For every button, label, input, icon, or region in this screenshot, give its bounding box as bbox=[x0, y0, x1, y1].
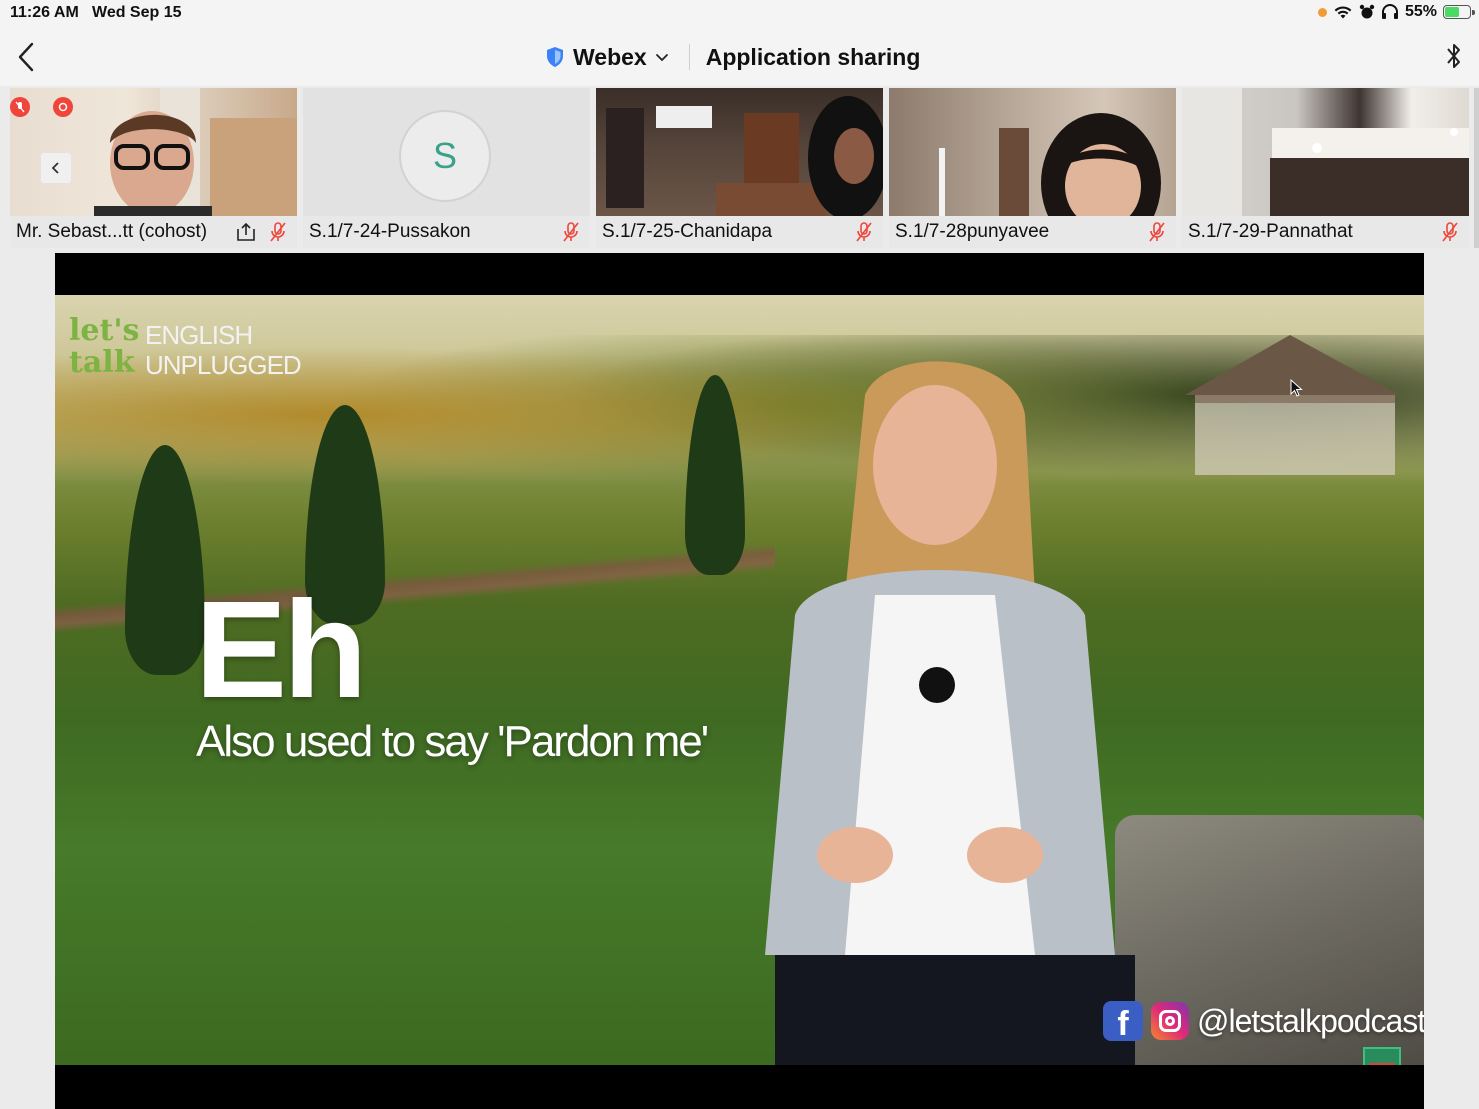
participant-label-bar: S.1/7-24-Pussakon bbox=[303, 216, 590, 248]
mic-muted-icon bbox=[1442, 222, 1458, 242]
wifi-icon bbox=[1334, 6, 1352, 19]
nav-divider bbox=[688, 44, 690, 70]
chevron-left-icon[interactable] bbox=[14, 40, 38, 74]
mouse-pointer-icon bbox=[1290, 379, 1303, 397]
participant-name: Mr. Sebast...tt (cohost) bbox=[16, 221, 208, 242]
participant-name: S.1/7-28punyavee bbox=[895, 221, 1050, 242]
logo-text: talk bbox=[69, 345, 135, 380]
participant-tile[interactable]: Mr. Sebast...tt (cohost) bbox=[10, 88, 297, 248]
shield-icon bbox=[547, 47, 563, 67]
alarm-icon bbox=[1359, 4, 1375, 19]
logo-text: UNPLUGGED bbox=[145, 350, 302, 380]
vocab-word: Eh bbox=[195, 573, 367, 727]
participant-video bbox=[889, 88, 1176, 248]
app-switcher-button[interactable]: Webex bbox=[573, 44, 647, 71]
battery-percent: 55% bbox=[1404, 3, 1437, 20]
muted-badge-icon bbox=[10, 97, 30, 117]
video-presenter bbox=[765, 361, 1135, 1065]
shared-video-frame: let's talk ENGLISH UNPLUGGED Eh Also use… bbox=[55, 295, 1424, 1065]
share-screen-icon bbox=[237, 222, 255, 241]
bluetooth-icon[interactable] bbox=[1445, 40, 1463, 72]
participant-name: S.1/7-24-Pussakon bbox=[309, 221, 471, 242]
mic-muted-icon bbox=[563, 222, 579, 242]
participant-video-image bbox=[606, 96, 883, 220]
participant-video-image bbox=[1182, 88, 1469, 216]
logo-text: ENGLISH bbox=[145, 320, 253, 350]
shared-content-area[interactable]: let's talk ENGLISH UNPLUGGED Eh Also use… bbox=[55, 253, 1424, 1109]
page-title: Application sharing bbox=[705, 43, 921, 70]
participant-label-bar: Mr. Sebast...tt (cohost) bbox=[10, 216, 297, 248]
recording-badge-icon bbox=[53, 97, 73, 117]
nav-title-group: Webex Application sharing bbox=[545, 40, 920, 74]
battery-nub bbox=[1472, 10, 1475, 15]
participant-video bbox=[1182, 88, 1469, 216]
participant-name: S.1/7-25-Chanidapa bbox=[602, 221, 773, 242]
status-bar: 11:26 AM Wed Sep 15 55% bbox=[0, 0, 1479, 28]
video-gazebo bbox=[1185, 335, 1400, 475]
participant-label-bar: S.1/7-29-Pannathat bbox=[1182, 216, 1469, 248]
mic-muted-icon bbox=[856, 222, 872, 242]
participant-tile[interactable]: S S.1/7-24-Pussakon bbox=[303, 88, 590, 248]
lets-talk-logo: let's talk ENGLISH UNPLUGGED bbox=[69, 313, 302, 385]
chevron-down-icon[interactable] bbox=[655, 52, 669, 62]
status-time: 11:26 AM bbox=[10, 4, 79, 21]
participant-tile[interactable]: S.1/7-25-Chanidapa bbox=[596, 88, 883, 248]
vocab-meaning: Also used to say 'Pardon me' bbox=[196, 717, 709, 766]
strip-collapse-button[interactable] bbox=[41, 153, 71, 183]
social-handle: @letstalkpodcast bbox=[1197, 1002, 1424, 1039]
participant-strip: Mr. Sebast...tt (cohost) S S.1/7-24-Puss… bbox=[0, 88, 1479, 250]
headphones-icon bbox=[1381, 4, 1398, 19]
recording-dot-icon bbox=[1317, 7, 1327, 17]
chevron-left-icon bbox=[51, 162, 59, 174]
participant-label-bar: S.1/7-25-Chanidapa bbox=[596, 216, 883, 248]
participant-tile[interactable]: S.1/7-29-Pannathat bbox=[1182, 88, 1469, 248]
participant-video-image bbox=[939, 113, 1161, 248]
status-date: Wed Sep 15 bbox=[92, 4, 182, 21]
participant-name: S.1/7-29-Pannathat bbox=[1188, 221, 1353, 242]
mic-muted-icon bbox=[1149, 222, 1165, 242]
participant-label-bar: S.1/7-28punyavee bbox=[889, 216, 1176, 248]
social-handle-group: f @letstalkpodcast bbox=[1103, 1001, 1424, 1041]
instagram-icon bbox=[1151, 1002, 1189, 1040]
avatar: S bbox=[399, 110, 491, 202]
nav-bar: Webex Application sharing bbox=[0, 28, 1479, 86]
logo-text: let's bbox=[69, 313, 140, 348]
facebook-icon: f bbox=[1103, 1001, 1143, 1041]
next-participant-peek[interactable] bbox=[1474, 88, 1479, 248]
battery-level-fill bbox=[1445, 7, 1460, 17]
participant-video bbox=[596, 88, 883, 220]
avatar-initial: S bbox=[432, 135, 457, 176]
mic-muted-icon bbox=[270, 222, 286, 242]
status-icons: 55% bbox=[1317, 3, 1475, 21]
participant-tile[interactable]: S.1/7-28punyavee bbox=[889, 88, 1176, 248]
battery-charging-icon bbox=[1443, 5, 1475, 19]
subscribe-icon bbox=[1363, 1047, 1401, 1065]
